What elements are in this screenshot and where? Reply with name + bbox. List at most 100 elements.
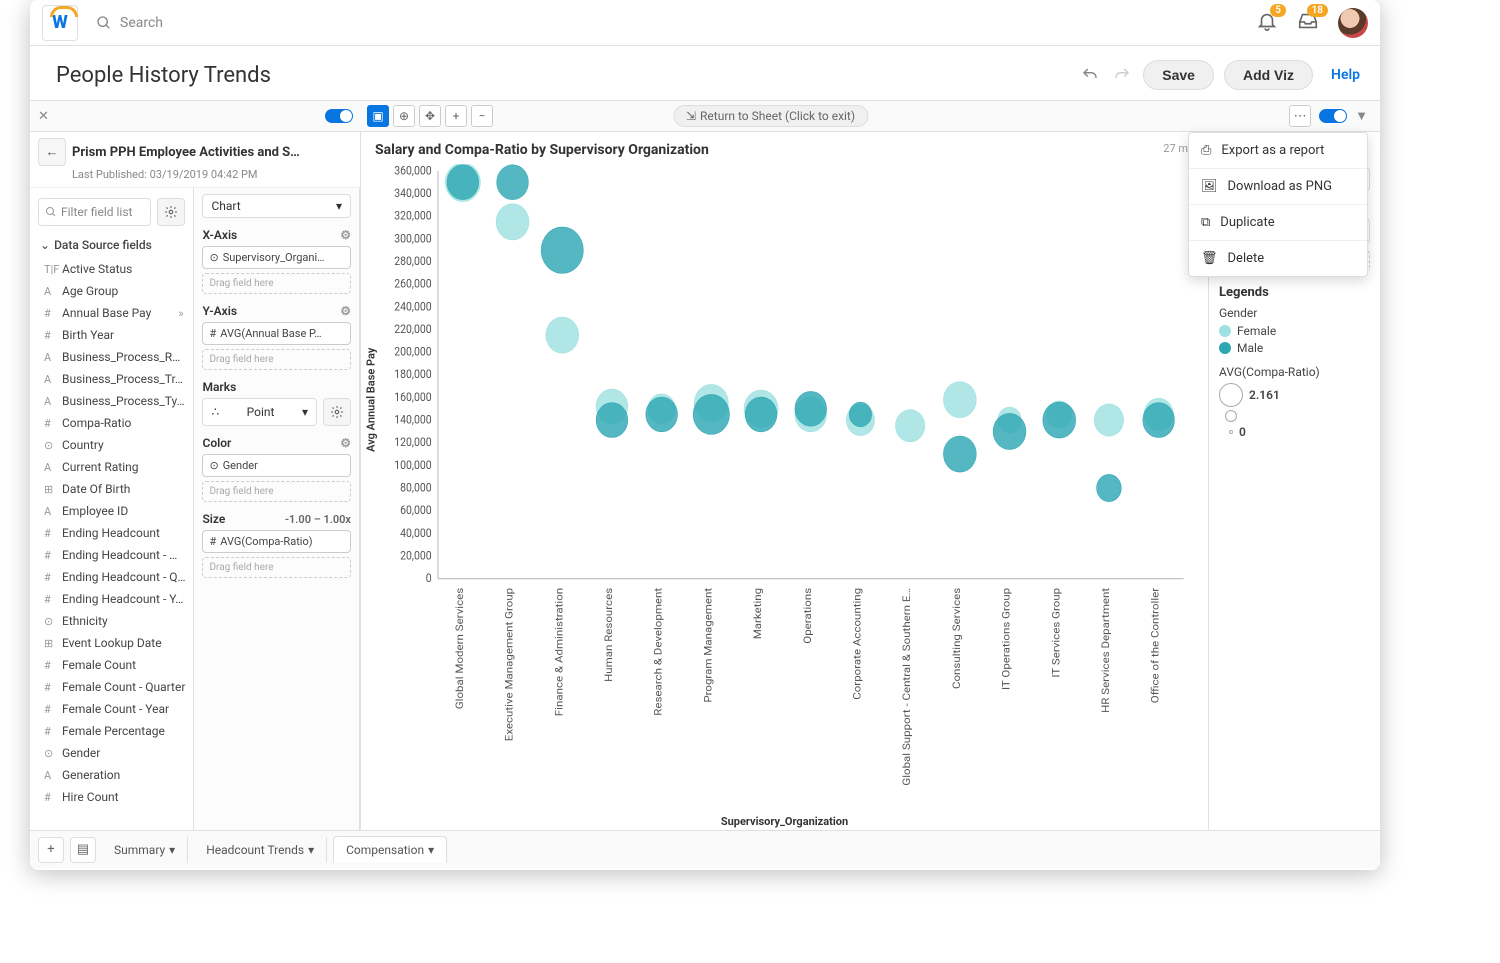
- fields-group-header[interactable]: ⌄ Data Source fields: [30, 232, 193, 258]
- field-item[interactable]: AEmployee ID: [30, 500, 193, 522]
- field-type-icon: #: [44, 725, 56, 738]
- marks-type-select[interactable]: ∴ Point▾: [202, 398, 317, 426]
- fields-settings-button[interactable]: [157, 198, 185, 226]
- svg-text:140,000: 140,000: [394, 413, 431, 427]
- field-type-icon: #: [44, 593, 56, 606]
- remove-tool[interactable]: −: [471, 105, 493, 127]
- field-type-icon: #: [44, 527, 56, 540]
- tab-summary[interactable]: Summary▾: [102, 837, 188, 863]
- notifications-button[interactable]: 5: [1256, 10, 1278, 36]
- xaxis-pill[interactable]: ⊙Supervisory_Organi…: [202, 246, 351, 269]
- field-type-icon: A: [44, 461, 56, 474]
- fields-toggle[interactable]: [325, 109, 353, 123]
- return-to-sheet-button[interactable]: ⇲ Return to Sheet (Click to exit): [673, 105, 868, 127]
- field-item[interactable]: #Ending Headcount - Q…: [30, 566, 193, 588]
- field-label: Generation: [62, 768, 120, 782]
- settings-icon[interactable]: ⚙: [340, 304, 351, 318]
- datasource-published: Last Published: 03/19/2019 04:42 PM: [72, 168, 352, 181]
- size-dropzone[interactable]: Drag field here: [202, 557, 351, 578]
- field-item[interactable]: #Female Count: [30, 654, 193, 676]
- add-sheet-button[interactable]: +: [38, 837, 64, 863]
- field-type-icon: #: [44, 549, 56, 562]
- field-item[interactable]: #Female Count - Year: [30, 698, 193, 720]
- back-button[interactable]: ←: [38, 138, 66, 166]
- field-item[interactable]: #Ending Headcount - Y…: [30, 588, 193, 610]
- field-item[interactable]: AAge Group: [30, 280, 193, 302]
- legend-size-min: 0: [1219, 425, 1370, 439]
- undo-button[interactable]: [1079, 64, 1101, 86]
- field-item[interactable]: #Annual Base Pay»: [30, 302, 193, 324]
- legend-size-max: 2.161: [1219, 383, 1370, 407]
- legends-header: Legends: [1219, 285, 1370, 300]
- legend-male[interactable]: Male: [1219, 341, 1370, 355]
- field-item[interactable]: ABusiness_Process_R…: [30, 346, 193, 368]
- settings-icon[interactable]: ⚙: [340, 436, 351, 450]
- gear-icon: [164, 205, 178, 219]
- expand-icon[interactable]: »: [178, 307, 183, 320]
- download-png-item[interactable]: 🖼Download as PNG: [1189, 168, 1367, 204]
- xaxis-dropzone[interactable]: Drag field here: [202, 273, 351, 294]
- chevron-down-icon: ▾: [336, 199, 342, 213]
- field-item[interactable]: #Compa-Ratio: [30, 412, 193, 434]
- chart-type-select[interactable]: Chart▾: [202, 194, 351, 218]
- legend-female[interactable]: Female: [1219, 324, 1370, 338]
- field-item[interactable]: #Ending Headcount - …: [30, 544, 193, 566]
- field-item[interactable]: ACurrent Rating: [30, 456, 193, 478]
- chart-menu-button[interactable]: ⋯: [1289, 105, 1311, 127]
- delete-item[interactable]: 🗑Delete: [1189, 240, 1367, 276]
- field-item[interactable]: #Hire Count: [30, 786, 193, 808]
- field-label: Female Count - Year: [62, 702, 169, 716]
- datasource-name: Prism PPH Employee Activities and S…: [72, 145, 300, 160]
- zoom-in-tool[interactable]: ⊕: [393, 105, 415, 127]
- settings-icon[interactable]: ⚙: [340, 228, 351, 242]
- field-item[interactable]: ⊞Date Of Birth: [30, 478, 193, 500]
- color-pill[interactable]: ⊙Gender: [202, 454, 351, 477]
- yaxis-dropzone[interactable]: Drag field here: [202, 349, 351, 370]
- field-item[interactable]: AGeneration: [30, 764, 193, 786]
- field-filter-input[interactable]: Filter field list: [38, 198, 151, 226]
- tab-compensation[interactable]: Compensation▾: [333, 836, 447, 863]
- field-item[interactable]: T|FActive Status: [30, 258, 193, 280]
- save-button[interactable]: Save: [1143, 60, 1214, 90]
- svg-text:Global Support - Central & Sou: Global Support - Central & Southern E…: [901, 588, 913, 786]
- export-report-item[interactable]: ⎙Export as a report: [1189, 133, 1367, 168]
- color-dropzone[interactable]: Drag field here: [202, 481, 351, 502]
- inbox-button[interactable]: 18: [1296, 10, 1320, 36]
- yaxis-pill[interactable]: #AVG(Annual Base P…: [202, 322, 351, 345]
- chart-plot[interactable]: 020,00040,00060,00080,000100,000120,0001…: [375, 164, 1194, 809]
- field-item[interactable]: ⊙Ethnicity: [30, 610, 193, 632]
- global-search[interactable]: Search: [96, 15, 1256, 31]
- user-avatar[interactable]: [1338, 8, 1368, 38]
- app-logo[interactable]: W: [42, 5, 78, 41]
- help-link[interactable]: Help: [1331, 67, 1360, 83]
- field-item[interactable]: #Female Percentage: [30, 720, 193, 742]
- field-item[interactable]: #Female Count - Quarter: [30, 676, 193, 698]
- size-pill[interactable]: #AVG(Compa-Ratio): [202, 530, 351, 553]
- legend-size-label: AVG(Compa-Ratio): [1219, 365, 1370, 379]
- field-item[interactable]: #Ending Headcount: [30, 522, 193, 544]
- pointer-tool[interactable]: ▣: [367, 105, 389, 127]
- field-item[interactable]: ⊞Event Lookup Date: [30, 632, 193, 654]
- pan-tool[interactable]: ✥: [419, 105, 441, 127]
- right-panel-toggle[interactable]: [1319, 109, 1347, 123]
- field-label: Event Lookup Date: [62, 636, 162, 650]
- field-type-icon: ⊙: [44, 747, 56, 760]
- field-item[interactable]: ⊙Gender: [30, 742, 193, 764]
- svg-text:40,000: 40,000: [400, 526, 432, 540]
- add-viz-button[interactable]: Add Viz: [1224, 60, 1313, 90]
- marks-settings-button[interactable]: [323, 398, 351, 426]
- field-item[interactable]: ABusiness_Process_Ty…: [30, 390, 193, 412]
- trash-icon: 🗑: [1201, 251, 1218, 266]
- field-item[interactable]: ABusiness_Process_Tr…: [30, 368, 193, 390]
- field-item[interactable]: #Birth Year: [30, 324, 193, 346]
- sheet-list-button[interactable]: ▤: [70, 837, 96, 863]
- field-type-icon: ⊙: [44, 439, 56, 452]
- filter-icon[interactable]: ▼: [1355, 108, 1368, 124]
- inbox-badge: 18: [1307, 4, 1328, 17]
- redo-button[interactable]: [1111, 64, 1133, 86]
- tab-headcount[interactable]: Headcount Trends▾: [194, 837, 327, 863]
- wrench-icon[interactable]: ✕: [38, 109, 49, 124]
- add-tool[interactable]: +: [445, 105, 467, 127]
- duplicate-item[interactable]: ⧉Duplicate: [1189, 204, 1367, 240]
- field-item[interactable]: ⊙Country: [30, 434, 193, 456]
